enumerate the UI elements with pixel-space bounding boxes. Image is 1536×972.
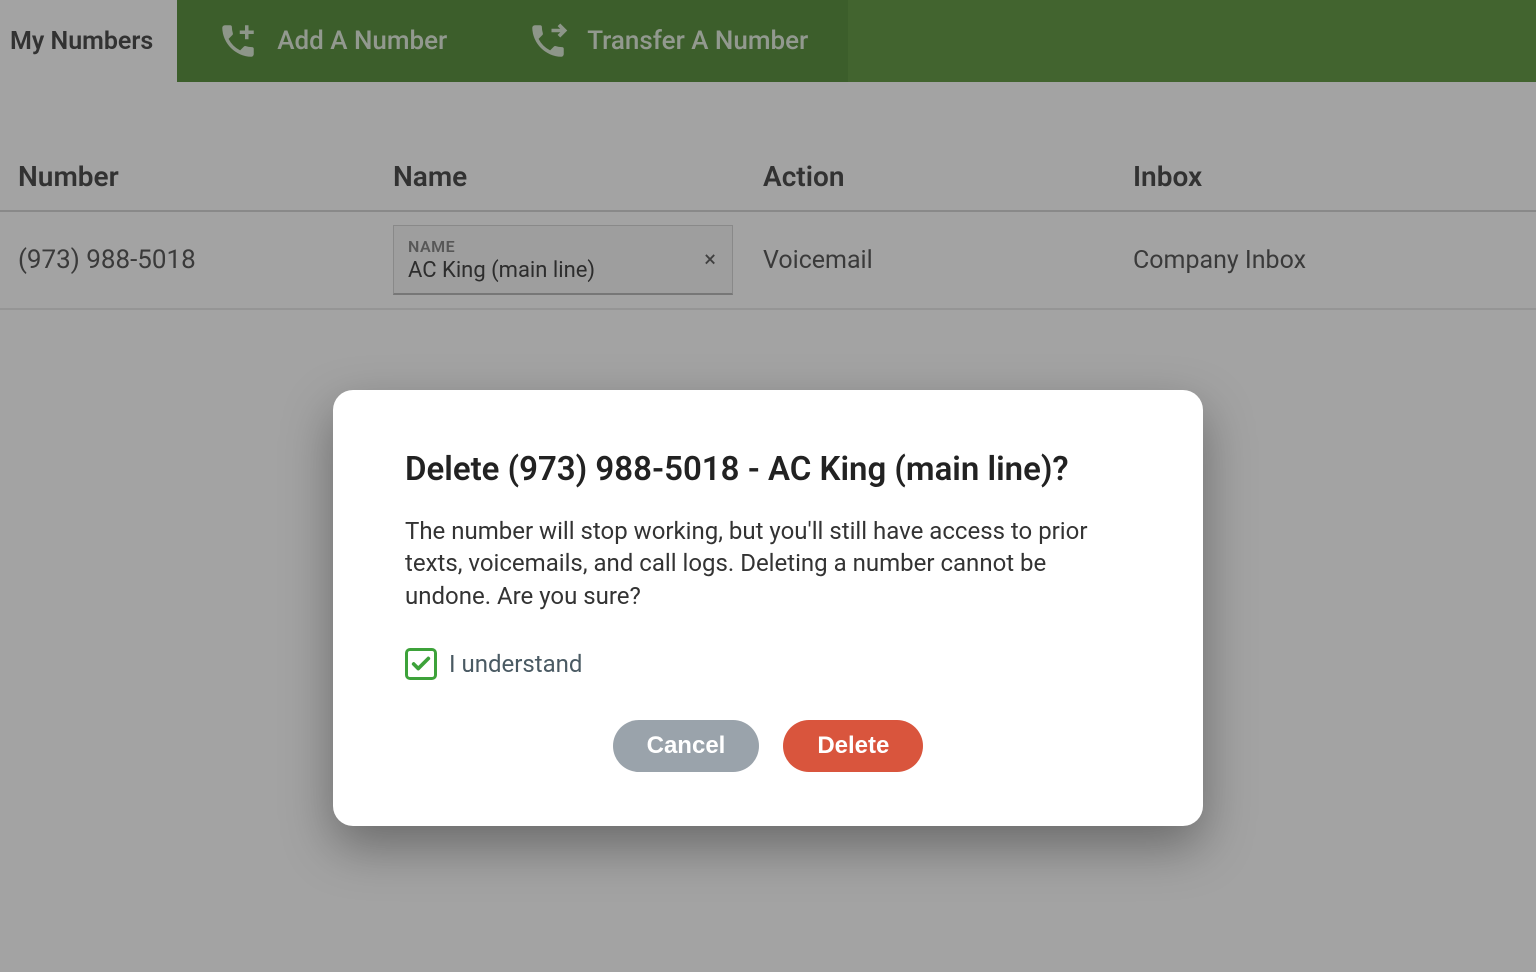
modal-overlay[interactable]: Delete (973) 988-5018 - AC King (main li… bbox=[0, 0, 1536, 972]
dialog-title: Delete (973) 988-5018 - AC King (main li… bbox=[405, 450, 1131, 489]
understand-checkbox[interactable] bbox=[405, 648, 437, 680]
understand-label: I understand bbox=[449, 650, 582, 678]
check-icon bbox=[410, 653, 432, 675]
delete-button[interactable]: Delete bbox=[783, 720, 923, 772]
understand-row: I understand bbox=[405, 648, 1131, 680]
dialog-actions: Cancel Delete bbox=[405, 720, 1131, 772]
cancel-button[interactable]: Cancel bbox=[613, 720, 760, 772]
delete-number-dialog: Delete (973) 988-5018 - AC King (main li… bbox=[333, 390, 1203, 826]
dialog-body: The number will stop working, but you'll… bbox=[405, 515, 1131, 612]
